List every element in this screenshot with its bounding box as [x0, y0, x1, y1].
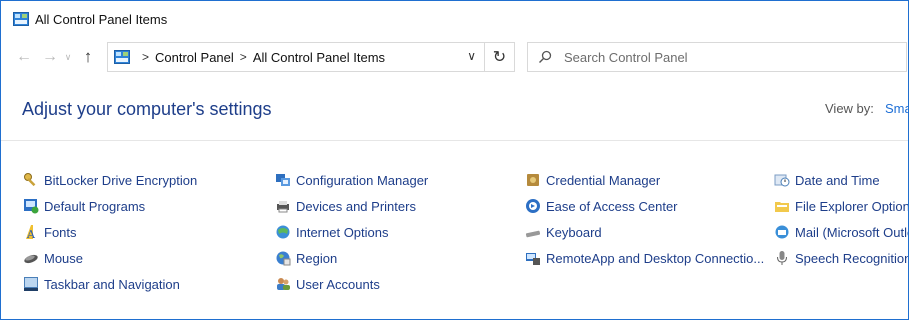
refresh-icon: ↻: [492, 49, 507, 66]
taskbar-icon: [24, 277, 38, 291]
item-label: RemoteApp and Desktop Connectio...: [546, 250, 765, 266]
back-arrow-icon[interactable]: ←: [13, 47, 35, 67]
item-user-accounts[interactable]: User Accounts: [275, 273, 380, 295]
configuration-manager-icon: [276, 174, 290, 186]
navigation-bar: ← → ∨ ↑ > Control Panel > All Control Pa…: [1, 37, 908, 77]
item-label: Credential Manager: [546, 172, 661, 188]
item-region[interactable]: Region: [275, 247, 337, 269]
breadcrumb-control-panel[interactable]: Control Panel: [155, 50, 234, 65]
date-time-clock-icon: [774, 174, 790, 187]
breadcrumb-separator: >: [142, 50, 150, 64]
item-label: Ease of Access Center: [546, 198, 678, 214]
item-configuration-manager[interactable]: Configuration Manager: [275, 169, 428, 191]
page-title: Adjust your computer's settings: [22, 99, 272, 119]
breadcrumb-separator: >: [239, 50, 247, 64]
item-credential-manager[interactable]: Credential Manager: [525, 169, 660, 191]
window-title: All Control Panel Items: [35, 11, 168, 27]
item-label: Mouse: [44, 250, 84, 266]
mouse-icon: [24, 254, 38, 264]
recent-locations-chevron-icon[interactable]: ∨: [61, 47, 75, 67]
breadcrumb-all-items[interactable]: All Control Panel Items: [253, 50, 385, 65]
chevron-down-icon[interactable]: ∨: [467, 49, 476, 63]
folder-options-icon: [775, 202, 789, 212]
remoteapp-icon: [526, 253, 540, 265]
item-speech-recognition[interactable]: Speech Recognition: [774, 247, 909, 269]
item-label: Default Programs: [44, 198, 146, 214]
item-label: Taskbar and Navigation: [44, 276, 180, 292]
view-by-dropdown[interactable]: Sma: [885, 101, 908, 116]
item-label: BitLocker Drive Encryption: [44, 172, 198, 188]
region-globe-icon: [276, 251, 291, 266]
item-label: Internet Options: [296, 224, 389, 240]
control-panel-icon: [114, 50, 130, 64]
search-input[interactable]: Search Control Panel: [527, 42, 907, 72]
item-ease-of-access[interactable]: Ease of Access Center: [525, 195, 678, 217]
item-taskbar[interactable]: Taskbar and Navigation: [23, 273, 180, 295]
item-file-explorer-options[interactable]: File Explorer Options: [774, 195, 909, 217]
control-panel-icon: [13, 12, 29, 26]
item-label: Mail (Microsoft Outlo: [795, 224, 909, 240]
item-fonts[interactable]: A Fonts: [23, 221, 77, 243]
microphone-icon: [777, 251, 787, 265]
item-label: Speech Recognition: [795, 250, 909, 266]
bitlocker-key-icon: [24, 173, 36, 187]
item-label: Date and Time: [795, 172, 880, 188]
printer-icon: [277, 201, 289, 213]
item-default-programs[interactable]: Default Programs: [23, 195, 145, 217]
address-bar[interactable]: > Control Panel > All Control Panel Item…: [107, 42, 485, 72]
page-header: Adjust your computer's settings View by:…: [1, 89, 908, 141]
item-label: User Accounts: [296, 276, 380, 292]
search-icon: [539, 50, 552, 63]
item-date-time[interactable]: Date and Time: [774, 169, 880, 191]
ease-of-access-icon: [526, 199, 540, 213]
refresh-button[interactable]: ↻: [485, 42, 515, 72]
credential-vault-icon: [527, 174, 539, 186]
control-panel-window: All Control Panel Items ← → ∨ ↑ > Contro…: [0, 0, 909, 320]
item-internet-options[interactable]: Internet Options: [275, 221, 389, 243]
control-panel-items: BitLocker Drive Encryption Default Progr…: [1, 167, 908, 307]
item-mouse[interactable]: Mouse: [23, 247, 83, 269]
keyboard-icon: [525, 230, 541, 238]
mail-icon: [775, 225, 789, 239]
user-accounts-icon: [277, 278, 290, 290]
item-bitlocker[interactable]: BitLocker Drive Encryption: [23, 169, 197, 191]
item-keyboard[interactable]: Keyboard: [525, 221, 602, 243]
item-remoteapp[interactable]: RemoteApp and Desktop Connectio...: [525, 247, 764, 269]
item-label: File Explorer Options: [795, 198, 909, 214]
title-bar: All Control Panel Items: [1, 1, 908, 37]
search-placeholder: Search Control Panel: [564, 49, 688, 65]
item-label: Devices and Printers: [296, 198, 416, 214]
view-by-label: View by:: [825, 101, 874, 116]
internet-globe-icon: [276, 225, 290, 239]
item-devices-printers[interactable]: Devices and Printers: [275, 195, 416, 217]
default-programs-icon: [24, 199, 39, 214]
item-label: Keyboard: [546, 224, 602, 240]
up-arrow-icon[interactable]: ↑: [77, 47, 99, 67]
item-label: Fonts: [44, 224, 77, 240]
item-label: Region: [296, 250, 338, 266]
item-mail[interactable]: Mail (Microsoft Outlo: [774, 221, 909, 243]
svg-text:A: A: [26, 228, 36, 240]
fonts-icon: A: [26, 225, 36, 240]
forward-arrow-icon[interactable]: →: [39, 47, 61, 67]
item-label: Configuration Manager: [296, 172, 429, 188]
